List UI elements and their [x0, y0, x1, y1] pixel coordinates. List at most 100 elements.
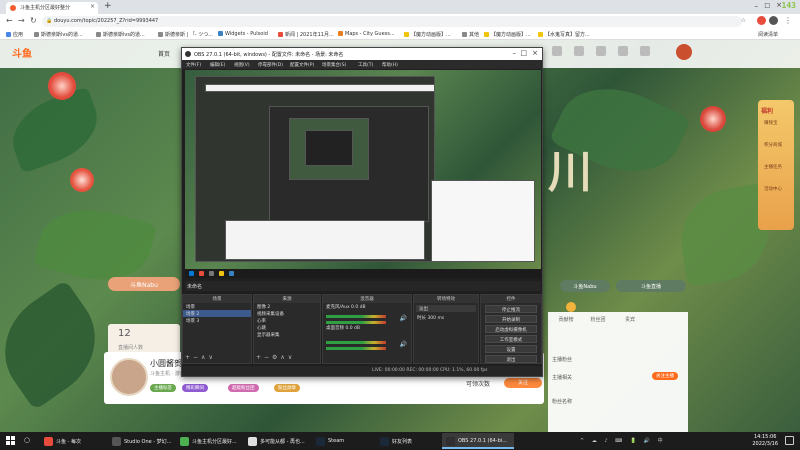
streamer-tag[interactable]: 主播标签 [150, 384, 176, 392]
rs-tab-vip[interactable]: 贵宾 [616, 316, 644, 323]
right-pill[interactable]: 斗鱼直播 [616, 280, 686, 292]
start-icon[interactable] [6, 436, 16, 446]
scene-item[interactable]: 场景 [183, 303, 251, 310]
minimize-icon[interactable]: – [755, 2, 759, 10]
settings-button[interactable]: 设置 [485, 345, 537, 353]
close-tab-icon[interactable]: × [90, 3, 95, 10]
bookmark-5[interactable]: 新闻 | 2021年11月... [278, 31, 334, 38]
obs-minimize-icon[interactable]: – [513, 49, 517, 57]
menu-file[interactable]: 文件(F) [186, 62, 201, 68]
source-item[interactable]: 心率 [254, 317, 320, 324]
obs-close-icon[interactable]: × [532, 49, 538, 57]
streamer-tag[interactable]: 粉丝勋章 [274, 384, 300, 392]
scene-item-selected[interactable]: 场景 2 [183, 310, 251, 317]
task-icon[interactable] [640, 46, 650, 56]
message-icon[interactable] [618, 46, 628, 56]
download-icon[interactable] [596, 46, 606, 56]
obs-scene-label: 未命名 [185, 281, 541, 291]
menu-scene-collection[interactable]: 场景集合(S) [322, 62, 346, 68]
nav-home[interactable]: 首页 [158, 49, 170, 58]
menu-docks[interactable]: 停靠部件(D) [258, 62, 283, 68]
rs-tab-fans[interactable]: 粉丝团 [584, 316, 612, 323]
user-avatar[interactable] [676, 44, 692, 60]
promo-item[interactable]: 积分商城 [764, 142, 782, 148]
taskbar-app[interactable]: 多可能从都 - 再也... [244, 433, 310, 449]
menu-icon[interactable]: ⋮ [784, 16, 792, 25]
obs-maximize-icon[interactable]: □ [520, 49, 527, 57]
reload-icon[interactable]: ↻ [30, 16, 37, 25]
transition-duration[interactable]: 时长 300 ms [414, 314, 478, 321]
forward-icon[interactable]: → [18, 16, 25, 25]
rs-tab-contribution[interactable]: 贡献榜 [552, 316, 580, 323]
speaker-icon[interactable]: 🔊 [400, 315, 407, 322]
new-tab-button[interactable]: + [104, 1, 112, 11]
streamer-tag[interactable]: 精彩瞬间 [182, 384, 208, 392]
bookmark-8[interactable]: 其他 [462, 31, 479, 38]
bookmark-star-icon[interactable]: ☆ [741, 17, 750, 24]
rs-row[interactable]: 主播粉丝 [552, 356, 684, 366]
back-icon[interactable]: ← [6, 16, 13, 25]
obs-preview[interactable] [185, 70, 541, 278]
promo-item[interactable]: 赚钱宝 [764, 120, 778, 126]
notification-icon[interactable] [785, 436, 794, 445]
speaker-icon[interactable]: 🔊 [400, 341, 407, 348]
bookmark-4[interactable]: Widgets - Pulsoid [218, 31, 268, 37]
profile-icon[interactable] [769, 16, 778, 25]
source-item[interactable]: 心跳 [254, 324, 320, 331]
browser-tab[interactable]: 斗鱼主机分区最好整分 × [6, 2, 98, 14]
bookmark-3[interactable]: 斯德亲斯 | 「- ツつ... [158, 31, 213, 38]
streamer-avatar[interactable] [110, 358, 148, 396]
extension-icon[interactable] [757, 16, 766, 25]
exit-button[interactable]: 退出 [485, 355, 537, 363]
streamer-tag[interactable]: 超级粉丝团 [228, 384, 259, 392]
bookmark-1[interactable]: 斯德亲斯lvs的道... [34, 31, 83, 38]
scene-controls[interactable]: +−∧∨ [185, 354, 216, 361]
taskbar-app-active[interactable]: OBS 27.0.1 (64-bi... [442, 433, 514, 449]
douyu-logo[interactable]: 斗鱼 [12, 45, 32, 60]
bookmark-2[interactable]: 斯德亲斯lvs的道... [96, 31, 145, 38]
rs-follow-badge[interactable]: 关注主播 [652, 372, 678, 380]
bookmark-9[interactable]: 【魔方动画版】... [484, 31, 531, 38]
transition-select[interactable]: 淡出 [416, 305, 476, 312]
left-panel-button[interactable]: 斗鱼Nabu [108, 277, 180, 291]
source-item[interactable]: 图像 2 [254, 303, 320, 310]
right-pill[interactable]: 斗鱼Nabu [560, 280, 610, 292]
menu-help[interactable]: 帮助(H) [382, 62, 398, 68]
taskbar-app[interactable]: 斗鱼主机分区最好... [176, 433, 242, 449]
taskbar-app[interactable]: Studio One - 梦幻... [108, 433, 174, 449]
maximize-icon[interactable]: □ [764, 2, 770, 9]
start-recording-button[interactable]: 开始录制 [485, 315, 537, 323]
taskbar-app[interactable]: Steam [312, 433, 372, 449]
history-icon[interactable] [552, 46, 562, 56]
promo-panel[interactable]: 福利 赚钱宝 积分商城 主播任务 活动中心 [758, 100, 794, 230]
virtual-camera-button[interactable]: 启动虚拟摄像机 [485, 325, 537, 333]
taskbar-clock[interactable]: 14:15:06 2022/3/16 [752, 434, 778, 448]
follow-button[interactable]: 关注 [504, 378, 542, 388]
reading-list[interactable]: 阅读清单 [758, 31, 778, 38]
studio-mode-button[interactable]: 工作室模式 [485, 335, 537, 343]
menu-view[interactable]: 视图(V) [234, 62, 250, 68]
stop-streaming-button[interactable]: 停止推流 [485, 305, 537, 313]
promo-item[interactable]: 主播任务 [764, 164, 782, 170]
bookmark-7[interactable]: 【魔方动画版】... [404, 31, 451, 38]
scene-item[interactable]: 场景 3 [183, 317, 251, 324]
system-tray-icons[interactable]: ^ ☁ ♪ ⌨ 🔋 🔊 中 [580, 437, 666, 444]
taskbar-app[interactable]: 斗鱼 - 每次 [40, 433, 106, 449]
bookmark-10[interactable]: 【水鬼写真】留方... [538, 31, 590, 38]
bookmark-apps[interactable]: 应用 [6, 31, 23, 38]
obs-title-bar[interactable]: OBS 27.0.1 (64-bit, windows) - 配置文件: 未命名… [182, 48, 542, 60]
promo-item[interactable]: 活动中心 [764, 186, 782, 192]
source-item[interactable]: 显示器采集 [254, 331, 320, 338]
address-bar[interactable]: 🔒 douyu.com/topic/202257_Z?rid=9993447 [42, 16, 742, 27]
taskbar-app[interactable]: 好友列表 [376, 433, 438, 449]
rs-list-item[interactable]: 粉丝名称 [552, 398, 684, 408]
streamer-name[interactable]: 小圆酱贺 [150, 358, 182, 369]
menu-edit[interactable]: 编辑(E) [210, 62, 225, 68]
bookmark-6[interactable]: Maps - City Guess... [338, 31, 395, 37]
follow-icon[interactable] [574, 46, 584, 56]
menu-profile[interactable]: 配置文件(P) [290, 62, 314, 68]
menu-tools[interactable]: 工具(T) [358, 62, 373, 68]
search-icon[interactable]: ○ [24, 436, 30, 444]
source-item[interactable]: 视频采集设备 [254, 310, 320, 317]
source-controls[interactable]: +−⚙∧∨ [256, 354, 295, 361]
